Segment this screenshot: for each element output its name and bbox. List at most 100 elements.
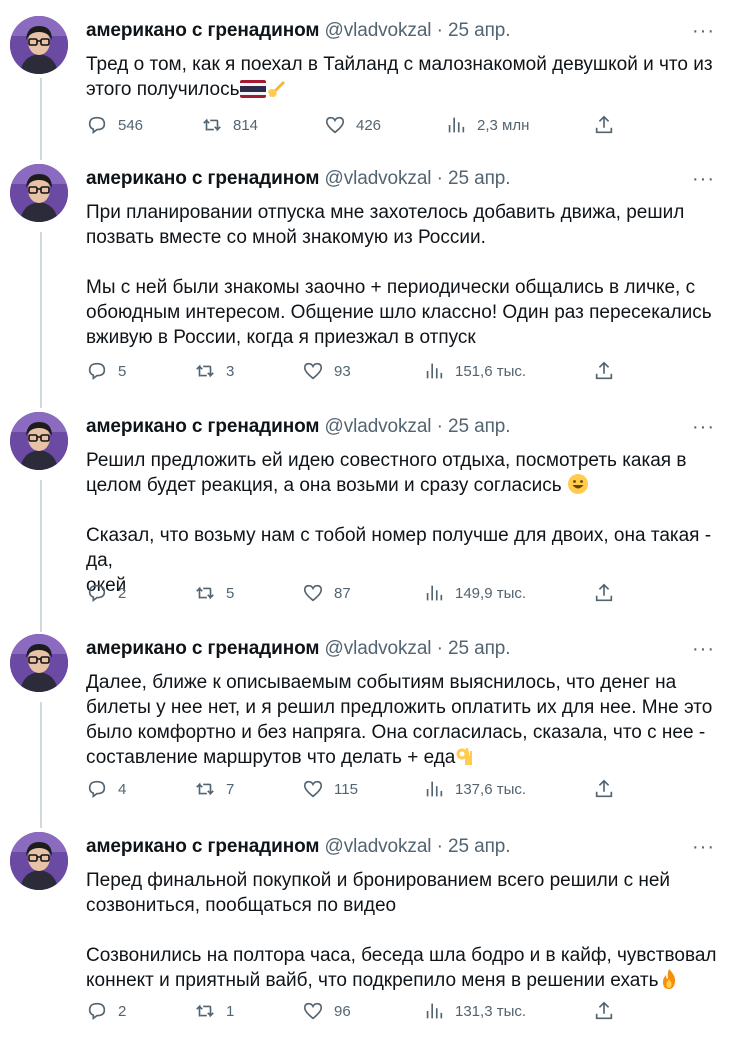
like-count: 426 xyxy=(356,116,382,134)
reply-button[interactable]: 2 xyxy=(86,1000,126,1022)
reply-button[interactable]: 2 xyxy=(86,582,126,604)
reply-icon xyxy=(88,362,106,380)
heart-icon xyxy=(303,1002,323,1020)
retweet-icon xyxy=(196,782,214,796)
author-handle[interactable]: @vladvokzal xyxy=(325,836,432,857)
retweet-button[interactable]: 1 xyxy=(194,1000,234,1022)
retweet-count: 3 xyxy=(226,362,235,380)
tweet-text: Перед финальной покупкой и бронированием… xyxy=(86,868,726,993)
retweet-icon xyxy=(196,364,214,378)
views-button[interactable]: 131,3 тыс. xyxy=(423,1000,526,1022)
tweet-text-content: Далее, ближе к описываемым событиям выяс… xyxy=(86,672,713,768)
retweet-button[interactable]: 7 xyxy=(194,778,234,800)
tweet-text: При планировании отпуска мне захотелось … xyxy=(86,202,712,348)
more-options-icon[interactable]: ··· xyxy=(692,638,715,661)
tweet-text: Тред о том, как я поехал в Тайланд с мал… xyxy=(86,52,726,103)
tweet[interactable]: американо с гренадином @vladvokzal · 25 … xyxy=(0,412,731,622)
reply-button[interactable]: 4 xyxy=(86,778,126,800)
share-icon xyxy=(595,779,613,798)
avatar[interactable] xyxy=(10,164,68,222)
retweet-button[interactable]: 3 xyxy=(194,360,234,382)
avatar[interactable] xyxy=(10,634,68,692)
views-count: 151,6 тыс. xyxy=(455,362,527,380)
reply-count: 2 xyxy=(118,1002,127,1020)
author-name[interactable]: американо с гренадином xyxy=(86,416,319,437)
views-count: 137,6 тыс. xyxy=(455,780,527,798)
tweet-header: американо с гренадином @vladvokzal · 25 … xyxy=(86,20,511,42)
views-count: 131,3 тыс. xyxy=(455,1002,527,1020)
tweet-text-content: Перед финальной покупкой и бронированием… xyxy=(86,870,717,991)
retweet-button[interactable]: 814 xyxy=(201,114,258,136)
tweet[interactable]: американо с гренадином @vladvokzal · 25 … xyxy=(0,634,731,814)
smiling-face-icon xyxy=(567,473,589,498)
like-button[interactable]: 115 xyxy=(302,778,358,800)
tweet[interactable]: американо с гренадином @vladvokzal · 25 … xyxy=(0,164,731,394)
author-name[interactable]: американо с гренадином xyxy=(86,638,319,659)
reply-button[interactable]: 546 xyxy=(86,114,143,136)
author-name[interactable]: американо с гренадином xyxy=(86,20,319,41)
author-name[interactable]: американо с гренадином xyxy=(86,168,319,189)
like-count: 96 xyxy=(334,1002,351,1020)
tweet[interactable]: американо с гренадином @vladvokzal · 25 … xyxy=(0,832,731,1032)
reply-icon xyxy=(88,116,106,134)
reply-count: 4 xyxy=(118,780,127,798)
avatar[interactable] xyxy=(10,412,68,470)
tweet-header: американо с гренадином @vladvokzal · 25 … xyxy=(86,416,511,438)
views-chart-icon xyxy=(426,585,443,601)
share-button[interactable] xyxy=(593,778,615,800)
more-options-icon[interactable]: ··· xyxy=(692,168,715,191)
avatar[interactable] xyxy=(10,832,68,890)
separator: · xyxy=(436,638,443,659)
heart-icon xyxy=(303,362,323,380)
tweet-actions: 2 5 87 149,9 тыс. xyxy=(86,582,626,608)
tweet-text: Далее, ближе к описываемым событиям выяс… xyxy=(86,670,726,770)
views-button[interactable]: 137,6 тыс. xyxy=(423,778,526,800)
views-chart-icon xyxy=(426,363,443,379)
tweet-date[interactable]: 25 апр. xyxy=(448,836,511,857)
like-button[interactable]: 93 xyxy=(302,360,351,382)
share-button[interactable] xyxy=(593,582,615,604)
retweet-icon xyxy=(196,586,214,600)
like-button[interactable]: 96 xyxy=(302,1000,351,1022)
author-handle[interactable]: @vladvokzal xyxy=(325,168,432,189)
tweet-date[interactable]: 25 апр. xyxy=(448,20,511,41)
share-button[interactable] xyxy=(593,360,615,382)
tweet-actions: 2 1 96 131,3 тыс. xyxy=(86,1000,626,1026)
views-chart-icon xyxy=(426,1003,443,1019)
views-button[interactable]: 151,6 тыс. xyxy=(423,360,526,382)
reply-icon xyxy=(88,780,106,798)
more-options-icon[interactable]: ··· xyxy=(692,836,715,859)
reply-button[interactable]: 5 xyxy=(86,360,126,382)
author-handle[interactable]: @vladvokzal xyxy=(325,416,432,437)
avatar[interactable] xyxy=(10,16,68,74)
author-name[interactable]: американо с гренадином xyxy=(86,836,319,857)
tweet-actions: 546 814 426 2,3 млн xyxy=(86,114,626,140)
tweet-date[interactable]: 25 апр. xyxy=(448,416,511,437)
views-button[interactable]: 149,9 тыс. xyxy=(423,582,526,604)
tweet-date[interactable]: 25 апр. xyxy=(448,168,511,189)
more-options-icon[interactable]: ··· xyxy=(692,416,715,439)
tweet[interactable]: американо с гренадином @vladvokzal · 25 … xyxy=(0,16,731,150)
tweet-header: американо с гренадином @vladvokzal · 25 … xyxy=(86,168,511,190)
views-count: 149,9 тыс. xyxy=(455,584,527,602)
retweet-count: 5 xyxy=(226,584,235,602)
like-count: 93 xyxy=(334,362,351,380)
author-handle[interactable]: @vladvokzal xyxy=(325,638,432,659)
retweet-count: 814 xyxy=(233,116,259,134)
share-button[interactable] xyxy=(593,114,615,136)
share-button[interactable] xyxy=(593,1000,615,1022)
share-icon xyxy=(595,583,613,602)
like-count: 115 xyxy=(334,780,358,798)
views-button[interactable]: 2,3 млн xyxy=(445,114,529,136)
retweet-button[interactable]: 5 xyxy=(194,582,234,604)
heart-icon xyxy=(303,780,323,798)
like-button[interactable]: 87 xyxy=(302,582,351,604)
more-options-icon[interactable]: ··· xyxy=(692,20,715,43)
tweet-date[interactable]: 25 апр. xyxy=(448,638,511,659)
views-chart-icon xyxy=(448,117,465,133)
tweet-text-content: Тред о том, как я поехал в Тайланд с мал… xyxy=(86,54,713,101)
ok-hand-icon xyxy=(455,745,475,770)
like-button[interactable]: 426 xyxy=(324,114,381,136)
reply-icon xyxy=(88,584,106,602)
author-handle[interactable]: @vladvokzal xyxy=(325,20,432,41)
